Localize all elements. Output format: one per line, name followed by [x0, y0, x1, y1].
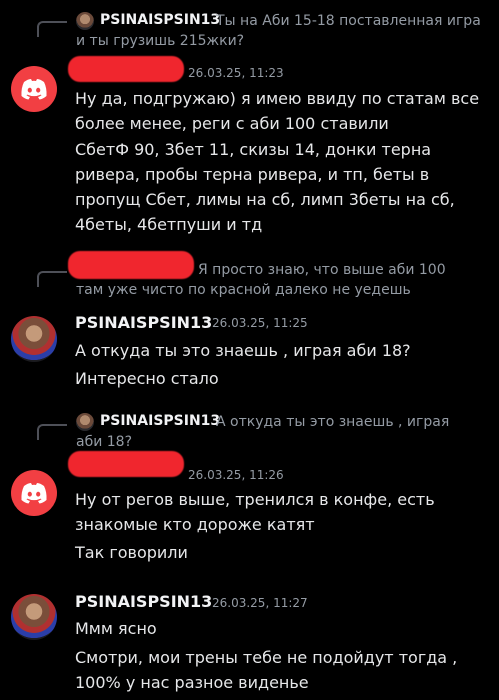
message-text: СбетФ 90, 3бет 11, скизы 14, донки терна… — [75, 140, 455, 234]
reply-preview-text[interactable]: Ты на Аби 15-18 поставленная игра и ты г… — [76, 11, 484, 51]
discord-logo-icon — [21, 483, 47, 504]
user-avatar[interactable] — [11, 316, 57, 362]
message-text: Ну от регов выше, тренился в конфе, есть… — [75, 490, 435, 534]
user-avatar[interactable] — [11, 594, 57, 640]
redacted-username — [68, 451, 184, 477]
message-text: Интересно стало — [75, 369, 219, 388]
reply-connector — [37, 21, 67, 37]
discord-avatar[interactable] — [11, 66, 57, 112]
reply-connector — [37, 271, 67, 287]
reply-preview-text[interactable]: Я просто знаю, что выше аби 100 там уже … — [76, 260, 476, 300]
message-text: Так говорили — [75, 543, 188, 562]
author-name[interactable]: PSINAISPSIN13 — [75, 592, 212, 611]
message-timestamp: 26.03.25, 11:27 — [212, 596, 308, 610]
message-timestamp: 26.03.25, 11:26 — [188, 468, 284, 482]
message-text: Смотри, мои трены тебе не подойдут тогда… — [75, 648, 458, 692]
message-text: Ну да, подгружаю) я имею ввиду по статам… — [75, 89, 480, 133]
redacted-username — [68, 56, 184, 82]
reply-preview-text[interactable]: А откуда ты это знаешь , играя аби 18? — [76, 412, 472, 452]
discord-avatar[interactable] — [11, 470, 57, 516]
message-timestamp: 26.03.25, 11:23 — [188, 66, 284, 80]
reply-connector — [37, 424, 67, 440]
message-text: Ммм ясно — [75, 619, 157, 638]
message-timestamp: 26.03.25, 11:25 — [212, 316, 308, 330]
discord-logo-icon — [21, 79, 47, 100]
author-name[interactable]: PSINAISPSIN13 — [75, 313, 212, 332]
message-text: А откуда ты это знаешь , играя аби 18? — [75, 341, 411, 360]
